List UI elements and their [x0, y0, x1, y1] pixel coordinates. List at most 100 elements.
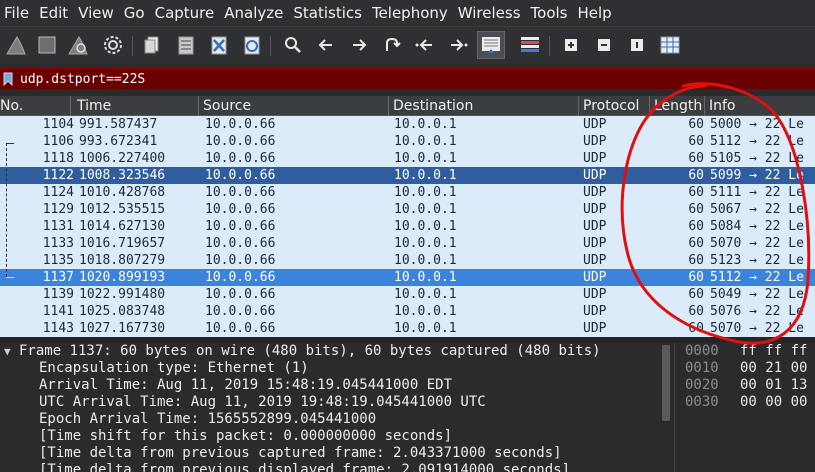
column-header-protocol[interactable]: Protocol [579, 96, 650, 116]
packet-list[interactable]: 1104 991.587437 10.0.0.66 10.0.0.1 UDP 6… [0, 116, 815, 337]
detail-line[interactable]: UTC Arrival Time: Aug 11, 2019 19:48:19.… [39, 394, 486, 411]
packet-destination: 10.0.0.1 [394, 202, 457, 217]
packet-time: 1022.991480 [79, 287, 166, 302]
column-header-destination[interactable]: Destination [389, 96, 579, 116]
last-packet-icon[interactable] [444, 31, 472, 59]
detail-line[interactable]: Epoch Arrival Time: 1565552899.045441000 [39, 411, 376, 428]
packet-protocol: UDP [583, 202, 607, 217]
restart-capture-icon[interactable] [64, 31, 92, 59]
packet-row[interactable]: 1118 1006.227400 10.0.0.66 10.0.0.1 UDP … [0, 150, 815, 167]
packet-protocol: UDP [583, 304, 607, 319]
packet-source: 10.0.0.66 [205, 236, 276, 251]
packet-length: 60 [688, 117, 704, 132]
auto-scroll-icon[interactable] [477, 31, 505, 59]
packet-row[interactable]: 1135 1018.807279 10.0.0.66 10.0.0.1 UDP … [0, 252, 815, 269]
details-scrollbar[interactable] [662, 345, 670, 421]
packet-no: 1122 [42, 168, 74, 183]
detail-line[interactable]: [Time shift for this packet: 0.000000000… [39, 428, 452, 445]
packet-row[interactable]: 1133 1016.719657 10.0.0.66 10.0.0.1 UDP … [0, 235, 815, 252]
conversation-bracket-end [6, 277, 14, 278]
column-header-time[interactable]: Time [73, 96, 199, 116]
packet-row[interactable]: 1129 1012.535515 10.0.0.66 10.0.0.1 UDP … [0, 201, 815, 218]
column-header-source[interactable]: Source [199, 96, 389, 116]
first-packet-icon[interactable] [411, 31, 439, 59]
packet-row-marked[interactable]: 1122 1008.323546 10.0.0.66 10.0.0.1 UDP … [0, 167, 815, 184]
detail-line[interactable]: [Time delta from previous displayed fram… [39, 462, 570, 472]
find-packet-search-icon[interactable] [279, 31, 307, 59]
menu-edit[interactable]: Edit [34, 0, 73, 26]
packet-length: 60 [688, 219, 704, 234]
menu-file[interactable]: File [0, 0, 34, 26]
packet-protocol: UDP [583, 151, 607, 166]
packet-length: 60 [688, 287, 704, 302]
packet-length: 60 [688, 168, 704, 183]
packet-protocol: UDP [583, 134, 607, 149]
packet-time: 1010.428768 [79, 185, 166, 200]
packet-length: 60 [688, 321, 704, 336]
packet-row-selected[interactable]: 1137 1020.899193 10.0.0.66 10.0.0.1 UDP … [0, 269, 815, 286]
packet-info: 5000 → 22 Le [710, 117, 804, 132]
packet-info: 5076 → 22 Le [710, 304, 804, 319]
menu-help[interactable]: Help [572, 0, 616, 26]
menu-view[interactable]: View [73, 0, 119, 26]
resize-columns-icon[interactable] [656, 31, 684, 59]
packet-destination: 10.0.0.1 [394, 253, 457, 268]
open-file-icon[interactable] [139, 31, 167, 59]
zoom-in-icon[interactable] [557, 31, 585, 59]
packet-source: 10.0.0.66 [205, 287, 276, 302]
filter-bookmark-icon[interactable] [0, 68, 16, 90]
menu-telephony[interactable]: Telephony [367, 0, 453, 26]
packet-source: 10.0.0.66 [205, 185, 276, 200]
save-file-icon[interactable] [172, 31, 200, 59]
packet-length: 60 [688, 134, 704, 149]
packet-length: 60 [688, 270, 704, 285]
column-header-no[interactable]: No. [0, 96, 71, 116]
go-forward-arrow-icon[interactable] [345, 31, 373, 59]
packet-row[interactable]: 1124 1010.428768 10.0.0.66 10.0.0.1 UDP … [0, 184, 815, 201]
packet-no: 1139 [42, 287, 74, 302]
packet-row[interactable]: 1131 1014.627130 10.0.0.66 10.0.0.1 UDP … [0, 218, 815, 235]
detail-line[interactable]: Arrival Time: Aug 11, 2019 15:48:19.0454… [39, 377, 452, 394]
menu-capture[interactable]: Capture [150, 0, 220, 26]
detail-line[interactable]: [Time delta from previous captured frame… [39, 445, 562, 462]
close-file-icon[interactable] [205, 31, 233, 59]
colorize-packets-icon[interactable] [516, 31, 544, 59]
detail-line[interactable]: Encapsulation type: Ethernet (1) [39, 360, 309, 377]
packet-time: 1025.083748 [79, 304, 166, 319]
packet-time: 1014.627130 [79, 219, 166, 234]
packet-row[interactable]: 1104 991.587437 10.0.0.66 10.0.0.1 UDP 6… [0, 116, 815, 133]
go-back-arrow-icon[interactable] [312, 31, 340, 59]
packet-no: 1124 [42, 185, 74, 200]
column-header-length[interactable]: Length [650, 96, 705, 116]
packet-row[interactable]: 1141 1025.083748 10.0.0.66 10.0.0.1 UDP … [0, 303, 815, 320]
zoom-out-icon[interactable] [590, 31, 618, 59]
bytes-offset: 0020 [685, 377, 719, 393]
menu-go[interactable]: Go [119, 0, 150, 26]
normal-size-icon[interactable] [623, 31, 651, 59]
packet-protocol: UDP [583, 321, 607, 336]
packet-row[interactable]: 1106 993.672341 10.0.0.66 10.0.0.1 UDP 6… [0, 133, 815, 150]
capture-options-gear-icon[interactable] [99, 31, 127, 59]
packet-row[interactable]: 1143 1027.167730 10.0.0.66 10.0.0.1 UDP … [0, 320, 815, 337]
packet-info: 5084 → 22 Le [710, 219, 804, 234]
expand-arrow-icon[interactable]: ▼ [4, 343, 11, 360]
packet-row[interactable]: 1139 1022.991480 10.0.0.66 10.0.0.1 UDP … [0, 286, 815, 303]
go-to-packet-icon[interactable] [378, 31, 406, 59]
menu-tools[interactable]: Tools [526, 0, 573, 26]
stop-capture-icon[interactable] [33, 31, 61, 59]
packet-source: 10.0.0.66 [205, 321, 276, 336]
packet-destination: 10.0.0.1 [394, 134, 457, 149]
reload-file-icon[interactable] [238, 31, 266, 59]
shark-fin-start-icon[interactable] [2, 31, 30, 59]
packet-info: 5070 → 22 Le [710, 236, 804, 251]
packet-no: 1118 [42, 151, 74, 166]
menu-analyze[interactable]: Analyze [219, 0, 288, 26]
packet-time: 993.672341 [79, 134, 158, 149]
packet-no: 1143 [42, 321, 74, 336]
menu-wireless[interactable]: Wireless [453, 0, 526, 26]
packet-destination: 10.0.0.1 [394, 270, 457, 285]
display-filter-input[interactable] [18, 69, 808, 89]
packet-source: 10.0.0.66 [205, 253, 276, 268]
menu-statistics[interactable]: Statistics [288, 0, 367, 26]
column-header-info[interactable]: Info [705, 96, 815, 116]
